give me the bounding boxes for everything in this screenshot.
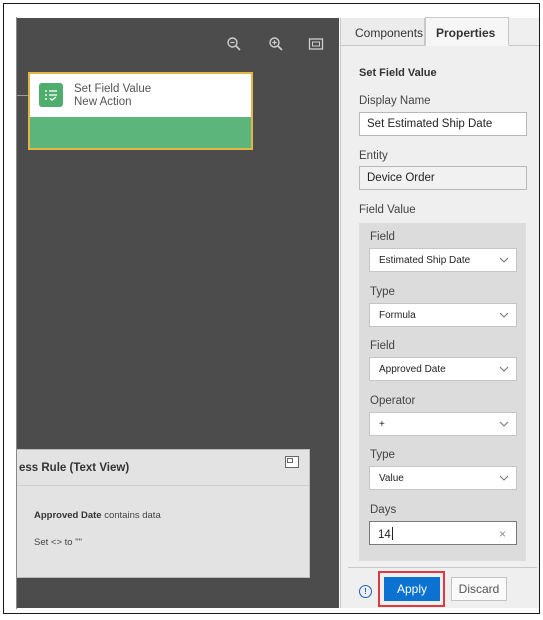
field-value-label: Field Value: [359, 204, 416, 216]
entity-field: Device Order: [359, 166, 527, 190]
info-icon[interactable]: !: [359, 585, 372, 598]
chevron-down-icon: [499, 475, 509, 481]
clear-icon[interactable]: ×: [499, 527, 506, 541]
rule-panel-title: ess Rule (Text View): [19, 461, 130, 474]
field-value-group: Field Estimated Ship Date Type Formula F…: [359, 223, 526, 561]
field-select-value: Estimated Ship Date: [379, 255, 471, 266]
workflow-node-set-field-value[interactable]: Set Field Value New Action: [28, 72, 253, 150]
zoom-in-button[interactable]: [266, 34, 286, 54]
chevron-down-icon: [499, 312, 509, 318]
source-field-select-value: Approved Date: [379, 364, 446, 375]
rule-condition: Approved Date contains data: [34, 510, 309, 522]
value-type-select[interactable]: Value: [369, 466, 517, 490]
fit-to-screen-icon: [308, 38, 324, 50]
operator-select[interactable]: +: [369, 412, 517, 436]
type-label: Type: [370, 286, 395, 298]
zoom-out-button[interactable]: [224, 34, 244, 54]
field-select[interactable]: Estimated Ship Date: [369, 248, 517, 272]
list-check-icon: [39, 83, 63, 107]
rule-action: Set <> to "": [34, 537, 82, 548]
fit-to-screen-button[interactable]: [306, 34, 326, 54]
chevron-down-icon: [499, 366, 509, 372]
days-input-value: 14: [378, 529, 391, 541]
rule-condition-field: Approved Date: [34, 510, 102, 521]
source-field-label: Field: [370, 340, 395, 352]
field-label: Field: [370, 231, 395, 243]
zoom-out-icon: [227, 37, 241, 51]
operator-label: Operator: [370, 395, 416, 407]
business-rule-text-panel: ess Rule (Text View) Approved Date conta…: [17, 449, 310, 578]
apply-button[interactable]: Apply: [384, 577, 440, 601]
discard-button[interactable]: Discard: [451, 577, 507, 601]
type-select-value: Formula: [379, 310, 416, 321]
display-name-field[interactable]: Set Estimated Ship Date: [359, 112, 527, 136]
zoom-in-icon: [269, 37, 283, 51]
app-frame: Set Field Value New Action ess Rule (Tex…: [3, 3, 540, 614]
rule-condition-text: contains data: [101, 510, 161, 521]
days-input[interactable]: 14 ×: [369, 521, 517, 545]
days-label: Days: [370, 504, 397, 516]
value-type-select-value: Value: [379, 473, 404, 484]
chevron-down-icon: [499, 421, 509, 427]
section-title: Set Field Value: [359, 67, 437, 79]
text-caret: [391, 527, 393, 540]
tab-properties[interactable]: Properties: [425, 17, 509, 46]
source-field-select[interactable]: Approved Date: [369, 357, 517, 381]
type-select[interactable]: Formula: [369, 303, 517, 327]
node-title: Set Field Value: [74, 83, 152, 95]
display-name-label: Display Name: [359, 95, 431, 107]
entity-label: Entity: [359, 150, 388, 162]
tab-components[interactable]: Components: [341, 18, 425, 45]
expand-panel-icon[interactable]: [285, 456, 299, 468]
footer-divider: [348, 567, 537, 568]
chevron-down-icon: [499, 257, 509, 263]
value-type-label: Type: [370, 449, 395, 461]
node-subtitle: New Action: [74, 96, 132, 108]
sidebar-tabs: Components Properties: [341, 17, 539, 46]
workflow-canvas[interactable]: Set Field Value New Action ess Rule (Tex…: [17, 18, 339, 608]
operator-select-value: +: [379, 419, 385, 430]
properties-sidebar: Components Properties Set Field Value Di…: [340, 17, 539, 608]
node-status-bar: [30, 117, 251, 148]
